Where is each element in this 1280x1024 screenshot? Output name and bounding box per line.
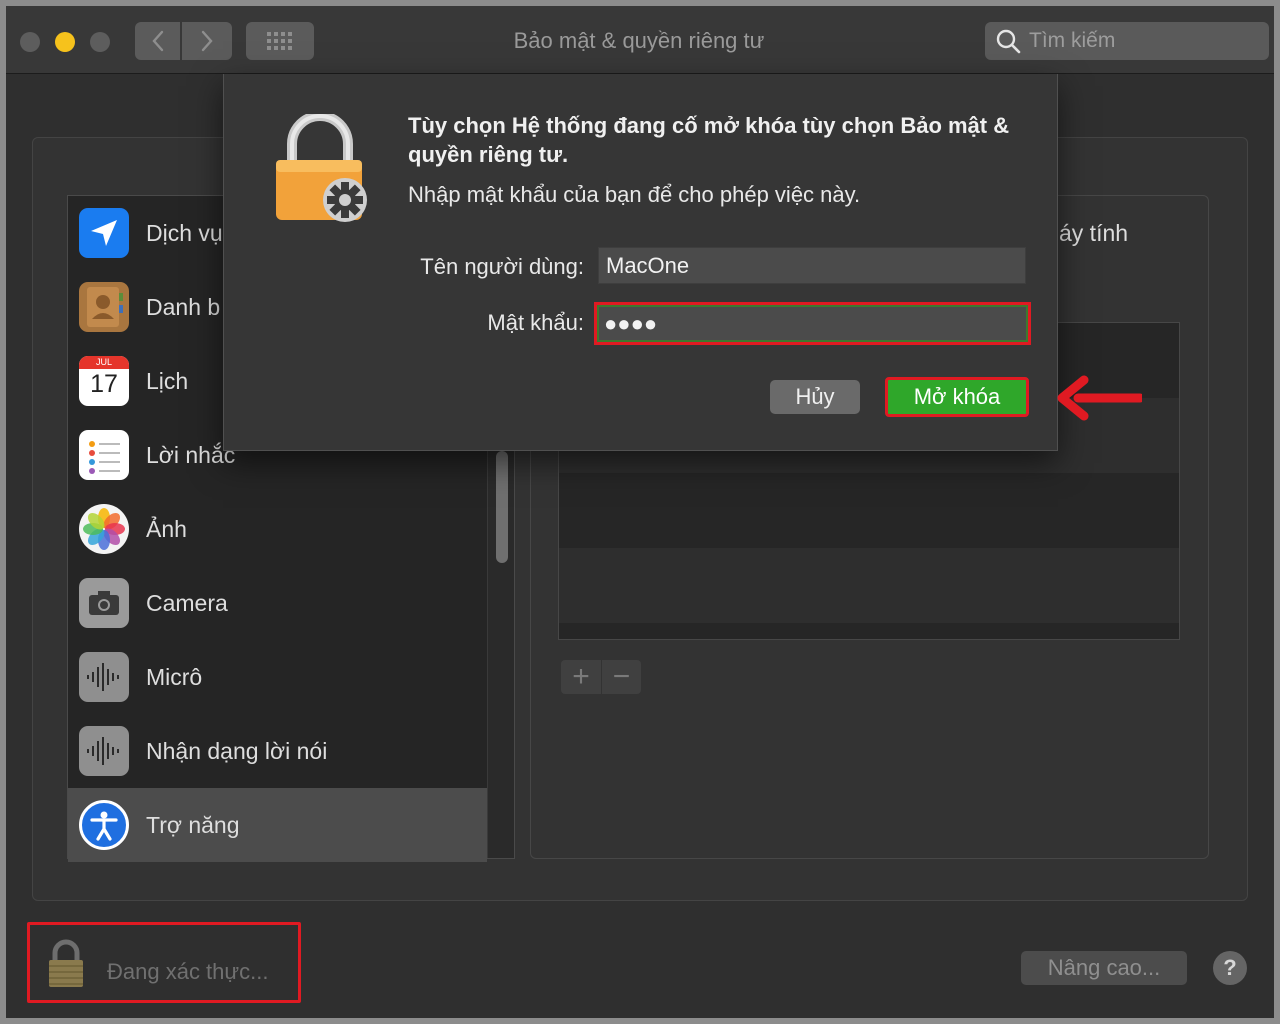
forward-button[interactable]	[182, 22, 232, 60]
list-item-label: Lời nhắc	[146, 441, 236, 468]
list-item-accessibility[interactable]: Trợ năng	[68, 788, 487, 862]
password-field[interactable]: ●●●●	[594, 302, 1031, 345]
minimize-window-button[interactable]	[55, 32, 75, 52]
preferences-window: Bảo mật & quyền riêng tư Tìm kiếm Dịch v…	[6, 6, 1274, 1018]
list-item-label: Nhận dạng lời nói	[146, 737, 328, 764]
search-placeholder: Tìm kiếm	[1029, 29, 1116, 52]
list-item-camera[interactable]: Camera	[68, 566, 487, 640]
padlock-settings-icon	[276, 114, 367, 222]
list-item-label: Dịch vụ	[146, 219, 223, 246]
search-icon	[996, 29, 1021, 54]
unlock-button[interactable]: Mở khóa	[888, 380, 1026, 414]
location-arrow-icon	[79, 208, 129, 258]
grid-icon	[267, 32, 292, 50]
list-item-microphone[interactable]: Micrô	[68, 640, 487, 714]
annotation-arrow-icon	[1057, 375, 1142, 421]
authentication-status-text: Đang xác thực...	[107, 959, 269, 984]
speech-waveform-icon	[79, 726, 129, 776]
list-item-label: Danh b	[146, 293, 221, 320]
remove-app-button[interactable]: −	[601, 660, 641, 694]
cancel-button[interactable]: Hủy	[770, 380, 860, 414]
username-field[interactable]: MacOne	[598, 247, 1026, 284]
dialog-title: Tùy chọn Hệ thống đang cố mở khóa tùy ch…	[408, 113, 1010, 167]
add-app-button[interactable]: +	[561, 660, 601, 694]
calendar-month: JUL	[79, 356, 129, 369]
window-title: Bảo mật & quyền riêng tư	[513, 28, 765, 53]
calendar-icon: JUL 17	[79, 356, 129, 406]
list-item-speech-recognition[interactable]: Nhận dạng lời nói	[68, 714, 487, 788]
reminders-icon	[79, 430, 129, 480]
close-window-button[interactable]	[20, 32, 40, 52]
list-item-label: Camera	[146, 589, 228, 616]
password-label: Mật khẩu:	[487, 310, 584, 335]
camera-icon	[79, 578, 129, 628]
dialog-message: Nhập mật khẩu của bạn để cho phép việc n…	[408, 182, 861, 207]
calendar-day: 17	[90, 370, 118, 398]
zoom-window-button[interactable]	[90, 32, 110, 52]
help-button[interactable]: ?	[1213, 951, 1247, 985]
list-item-label: Micrô	[146, 663, 203, 690]
table-row[interactable]	[559, 548, 1179, 623]
microphone-waveform-icon	[79, 652, 129, 702]
photos-flower-icon	[79, 504, 129, 554]
advanced-button[interactable]: Nâng cao...	[1021, 951, 1187, 985]
list-item-photos[interactable]: Ảnh	[68, 492, 487, 566]
chevron-left-icon	[151, 30, 163, 52]
show-all-button[interactable]	[246, 22, 314, 60]
contacts-book-icon	[79, 282, 129, 332]
back-button[interactable]	[135, 22, 180, 60]
chevron-right-icon	[201, 30, 213, 52]
add-remove-control: + −	[561, 660, 641, 694]
authentication-status-area: Đang xác thực...	[27, 922, 301, 1003]
scrollbar-thumb[interactable]	[496, 451, 508, 563]
unlock-authentication-dialog: Tùy chọn Hệ thống đang cố mở khóa tùy ch…	[223, 74, 1058, 451]
username-label: Tên người dùng:	[420, 254, 584, 279]
list-item-label: Ảnh	[146, 515, 187, 542]
title-bar: Bảo mật & quyền riêng tư Tìm kiếm	[6, 6, 1274, 74]
list-item-label: Trợ năng	[146, 811, 240, 838]
search-field[interactable]: Tìm kiếm	[985, 22, 1269, 60]
lock-icon[interactable]	[46, 939, 86, 989]
list-item-label: Lịch	[146, 367, 189, 394]
detail-description-label: áy tính	[1059, 220, 1129, 246]
accessibility-icon	[79, 800, 129, 850]
unlock-button-highlight: Mở khóa	[885, 377, 1029, 417]
